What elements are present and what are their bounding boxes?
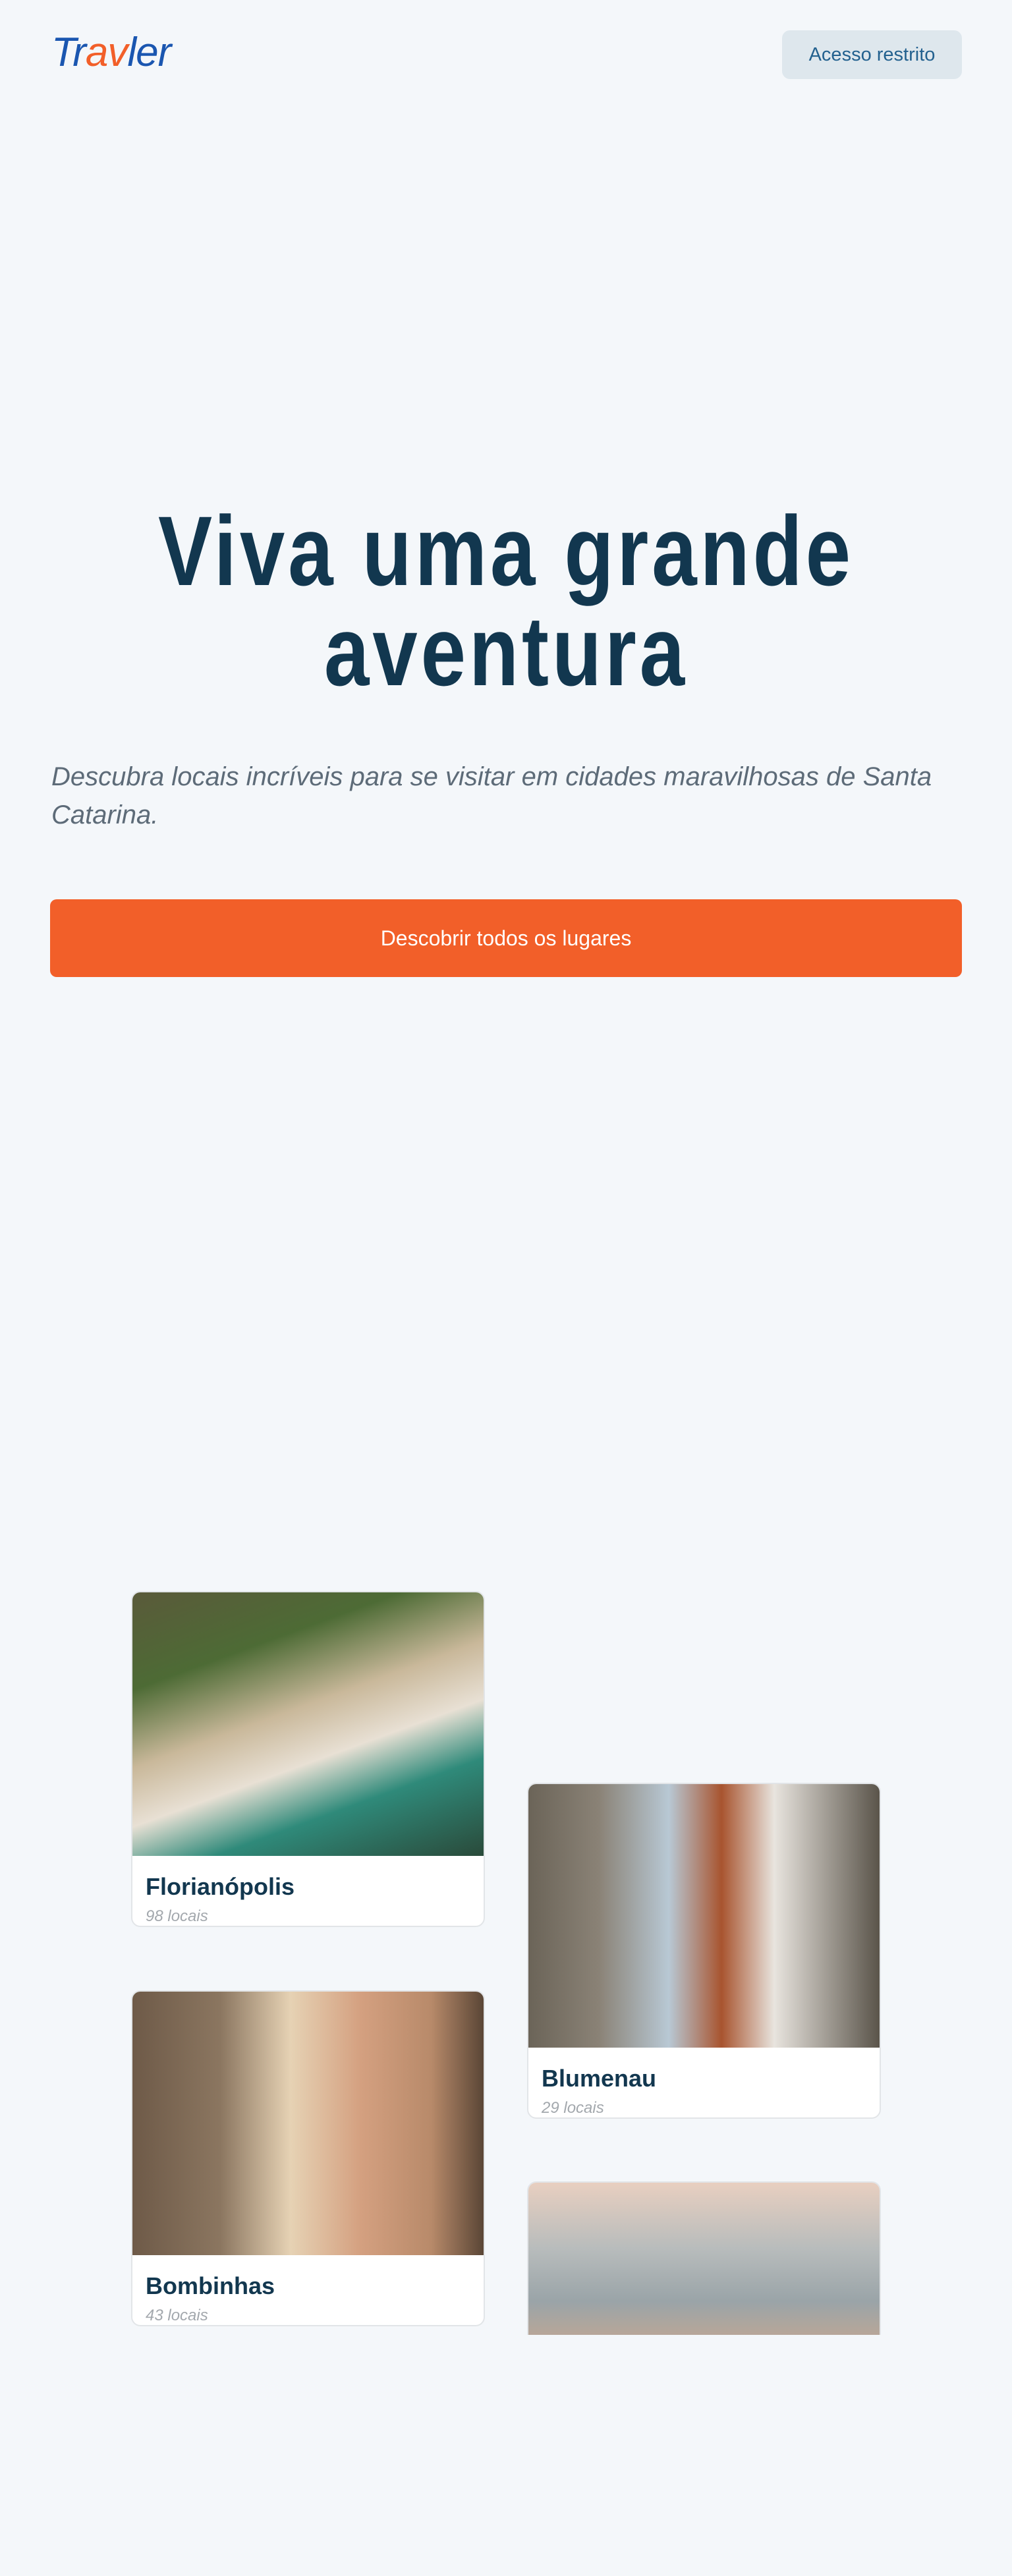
city-image (132, 1992, 484, 2255)
city-count: 29 locais (542, 2099, 604, 2117)
city-card[interactable] (527, 2181, 881, 2335)
city-card-blumenau[interactable]: Blumenau 29 locais (527, 1783, 881, 2119)
city-card-florianopolis[interactable]: Florianópolis 98 locais (131, 1591, 485, 1927)
city-card-bombinhas[interactable]: Bombinhas 43 locais (131, 1990, 485, 2326)
city-image (132, 1592, 484, 1856)
city-name: Bombinhas (146, 2272, 275, 2299)
city-name: Blumenau (542, 2065, 657, 2092)
city-count: 98 locais (146, 1907, 208, 1925)
city-grid: Florianópolis 98 locais Blumenau 29 loca… (0, 0, 1012, 2335)
city-image (528, 2183, 880, 2335)
city-image (528, 1784, 880, 2048)
city-count: 43 locais (146, 2307, 208, 2324)
city-name: Florianópolis (146, 1873, 295, 1900)
